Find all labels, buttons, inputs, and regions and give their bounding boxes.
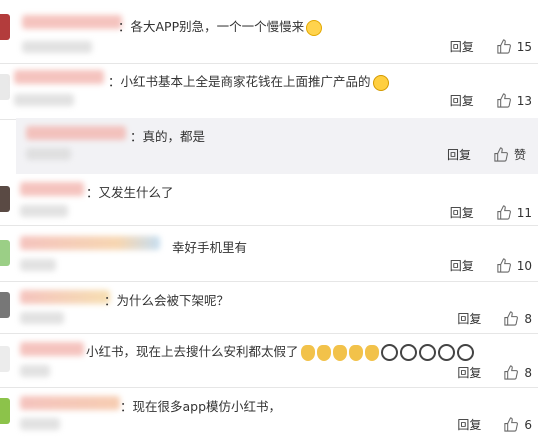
man-emoji-icon [364,344,379,361]
like-button[interactable]: 15 [496,39,532,54]
comment-actions: 回复 8 [457,364,532,381]
comment-text: ：为什么会被下架呢？ [104,293,230,308]
like-count: 15 [516,39,532,54]
thumbs-up-icon [504,417,519,432]
avatar[interactable] [0,398,10,424]
comment-item: ：各大APP别急，一个一个慢慢来 回复 15 [0,0,538,64]
smile-emoji-icon [306,19,323,36]
avatar[interactable] [0,346,10,372]
laughing-emoji-icon [372,74,389,91]
username-redacted[interactable] [20,182,84,196]
thumbs-up-icon [504,311,519,326]
thumbs-up-icon [497,39,511,54]
reply-button[interactable]: 回复 [457,310,481,327]
reply-button[interactable]: 回复 [457,416,481,433]
comment-item: ：小红书基本上全是商家花钱在上面推广产品的 回复 13 [0,64,538,120]
thumbs-up-icon [497,258,511,273]
thumbs-up-icon [504,365,519,380]
username-redacted[interactable] [26,126,126,140]
username-redacted[interactable] [20,236,160,250]
comment-item: ：现在很多app模仿小红书， 回复 6 [0,388,538,439]
panda-emoji-icon [380,344,398,361]
avatar[interactable] [0,292,10,318]
reply-button[interactable]: 回复 [447,146,471,163]
like-count: 6 [524,417,532,432]
avatar[interactable] [0,74,10,100]
reply-button[interactable]: 回复 [450,38,474,55]
username-redacted[interactable] [14,70,104,84]
comment-text: ：各大APP别急，一个一个慢慢来 [118,16,323,36]
timestamp-redacted [26,148,71,160]
reply-button[interactable]: 回复 [450,204,474,221]
man-emoji-icon [348,344,363,361]
like-button[interactable]: 13 [496,93,532,108]
panda-emoji-icon [418,344,436,361]
comment-item: ：为什么会被下架呢？ 回复 8 [0,282,538,334]
timestamp-redacted [20,312,64,324]
reply-button[interactable]: 回复 [450,257,474,274]
timestamp-redacted [20,418,60,430]
username-redacted[interactable] [20,342,84,356]
comment-text: ：真的，都是 [130,129,206,144]
comment-text: 小红书，现在上去搜什么安利都太假了 [86,341,474,361]
reply-button[interactable]: 回复 [450,92,474,109]
man-emoji-icon [332,344,347,361]
like-count: 8 [524,311,532,326]
comment-item: ：又发生什么了 回复 11 [0,174,538,226]
avatar[interactable] [0,240,10,266]
sub-reply-item: ：真的，都是 回复 赞 [16,118,538,174]
thumbs-up-icon [497,205,511,220]
thumbs-up-icon [494,147,508,162]
like-button[interactable]: 10 [496,258,532,273]
like-button[interactable]: 11 [496,205,532,220]
comment-actions: 回复 10 [450,257,532,274]
like-button[interactable]: 6 [503,417,532,432]
comment-text: 幸好手机里有 [172,240,248,255]
like-button[interactable]: 8 [503,365,532,380]
timestamp-redacted [20,365,50,377]
timestamp-redacted [22,41,92,53]
avatar[interactable] [0,14,10,40]
panda-emoji-icon [437,344,455,361]
like-button[interactable]: 赞 [493,146,526,163]
like-button[interactable]: 8 [503,311,532,326]
username-redacted[interactable] [20,396,120,410]
comment-actions: 回复 赞 [447,146,526,163]
username-redacted[interactable] [22,15,122,29]
comment-actions: 回复 13 [450,92,532,109]
comment-actions: 回复 11 [450,204,532,221]
username-redacted[interactable] [20,290,110,304]
comment-actions: 回复 8 [457,310,532,327]
panda-emoji-icon [456,344,474,361]
comment-list: ：各大APP别急，一个一个慢慢来 回复 15 ：小红书基本上全是商家花钱在上面推… [0,0,538,439]
thumbs-up-icon [497,93,511,108]
like-count: 13 [516,93,532,108]
comment-item: 小红书，现在上去搜什么安利都太假了 回复 8 [0,334,538,388]
like-label: 赞 [513,148,526,162]
like-count: 8 [524,365,532,380]
comment-text: ：小红书基本上全是商家花钱在上面推广产品的 [108,71,389,91]
panda-emoji-icon [399,344,417,361]
comment-item: 幸好手机里有 回复 10 [0,226,538,282]
comment-text: ：又发生什么了 [86,185,174,200]
comment-actions: 回复 6 [457,416,532,433]
avatar[interactable] [0,186,10,212]
comment-text: ：现在很多app模仿小红书， [120,399,282,414]
timestamp-redacted [20,205,68,217]
reply-button[interactable]: 回复 [457,364,481,381]
like-count: 11 [516,205,532,220]
man-emoji-icon [316,344,331,361]
timestamp-redacted [14,94,74,106]
like-count: 10 [516,258,532,273]
man-emoji-icon [300,344,315,361]
timestamp-redacted [20,259,56,271]
comment-actions: 回复 15 [450,38,532,55]
